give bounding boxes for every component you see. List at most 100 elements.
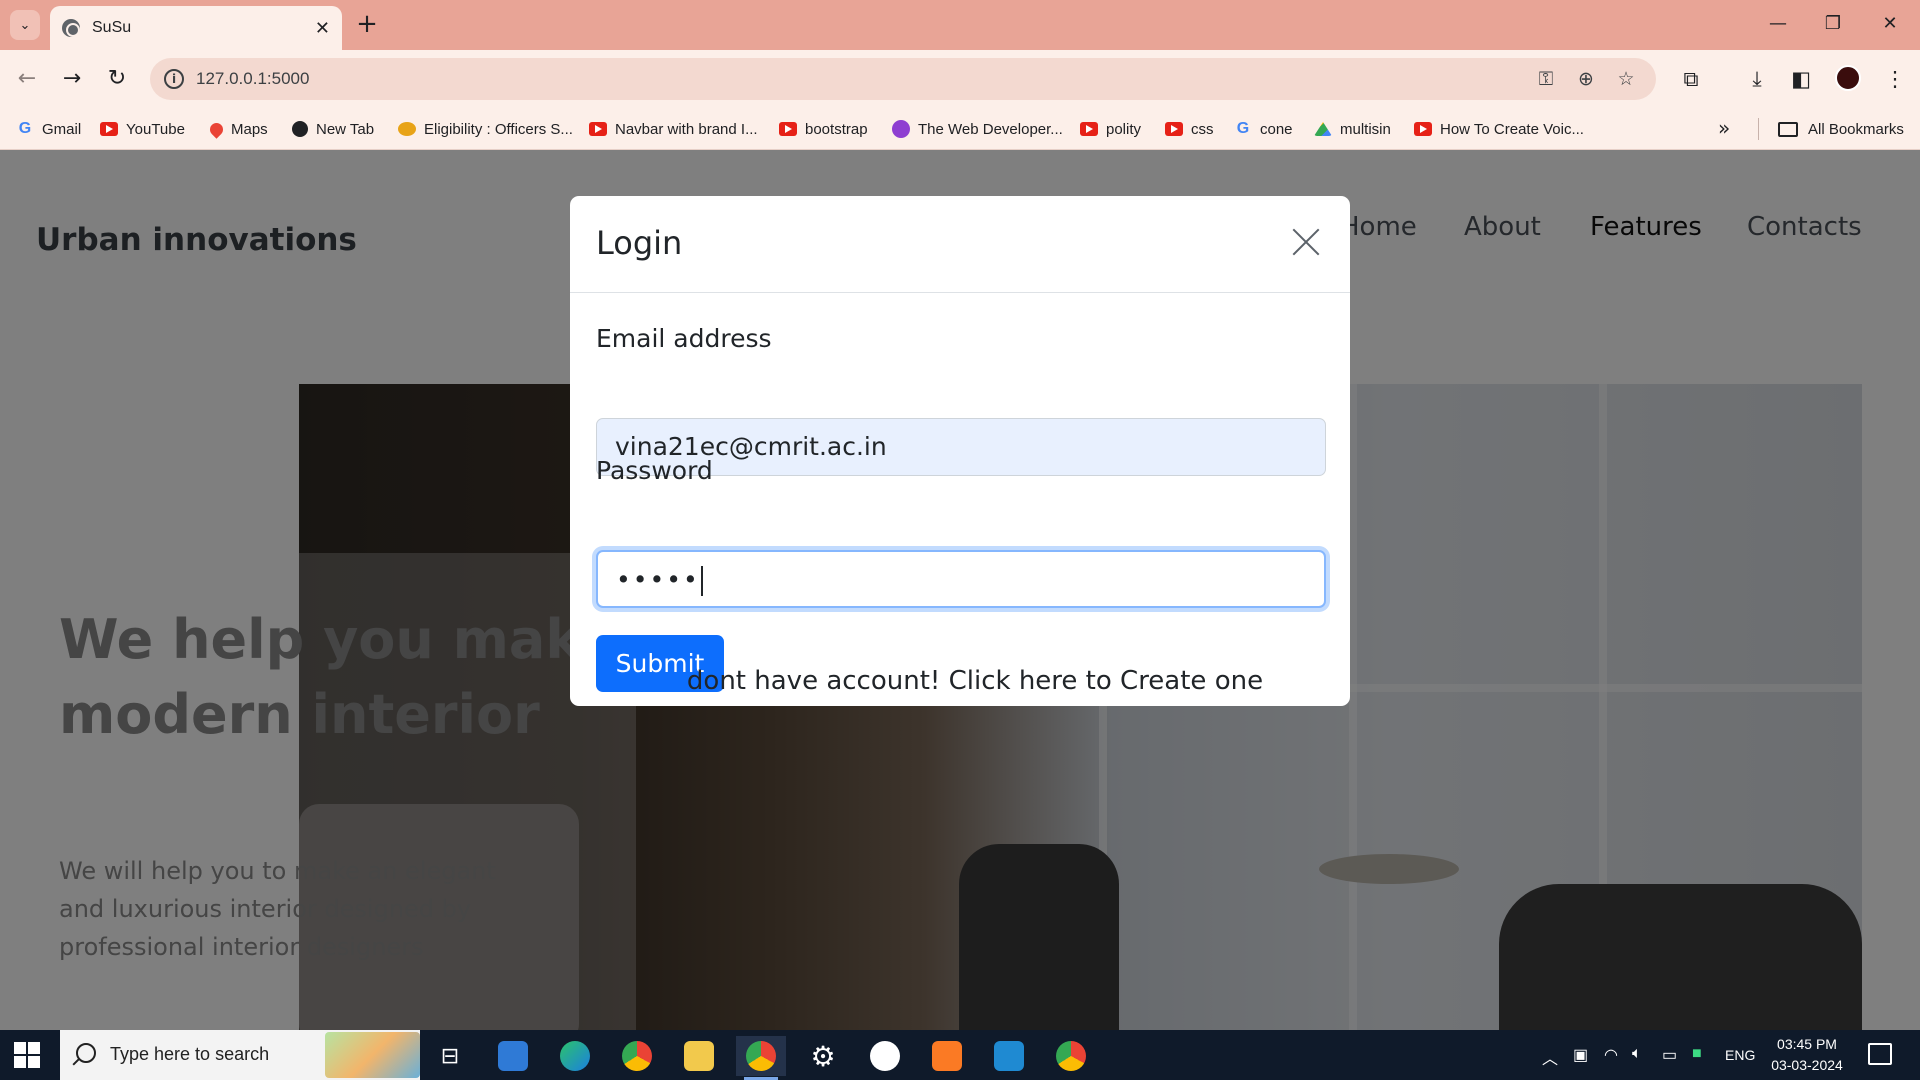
key-icon[interactable]: ⚿ — [1534, 67, 1558, 91]
search-highlight-image — [325, 1032, 420, 1078]
clock[interactable]: 03:45 PM 03-03-2024 — [1762, 1034, 1852, 1076]
tab-title: SuSu — [92, 19, 132, 36]
volume-icon[interactable]: 🔈︎ — [1632, 1045, 1642, 1063]
star-icon[interactable]: ☆ — [1614, 67, 1638, 91]
window-close-button[interactable]: ✕ — [1870, 8, 1910, 40]
search-icon — [76, 1043, 96, 1063]
restore-button[interactable]: ❐ — [1813, 8, 1853, 40]
file-explorer-app[interactable] — [674, 1036, 724, 1076]
wifi-icon[interactable]: ◠ — [1604, 1045, 1618, 1065]
youtube-icon — [1414, 122, 1432, 136]
site-info-icon[interactable]: i — [164, 69, 184, 89]
chrome-profile-app[interactable] — [1046, 1036, 1096, 1076]
task-view-button[interactable]: ⊟ — [425, 1036, 475, 1076]
taskbar-search[interactable]: Type here to search — [60, 1030, 420, 1080]
globe-icon — [292, 121, 308, 137]
chrome-icon — [622, 1041, 652, 1071]
security-icon[interactable]: ■ — [1692, 1045, 1702, 1063]
edge-app[interactable] — [550, 1036, 600, 1076]
chevron-double-right-icon[interactable]: » — [1718, 116, 1730, 140]
bookmark-multisin[interactable]: multisin — [1314, 118, 1391, 140]
bookmark-voice[interactable]: How To Create Voic... — [1414, 118, 1584, 140]
login-modal: Login Email address vina21ec@cmrit.ac.in… — [570, 196, 1350, 706]
zoom-icon[interactable]: ⊕ — [1574, 67, 1598, 91]
twd-icon — [892, 120, 910, 138]
email-label: Email address — [596, 324, 772, 353]
search-placeholder: Type here to search — [110, 1044, 270, 1064]
bookmark-label: New Tab — [316, 120, 375, 138]
avatar[interactable] — [1835, 65, 1861, 91]
all-bookmarks-label: All Bookmarks — [1808, 120, 1904, 138]
chrome-app[interactable] — [612, 1036, 662, 1076]
bookmark-label: polity — [1106, 120, 1142, 138]
create-account-link[interactable]: dont have account! Click here to Create … — [570, 666, 1350, 696]
download-icon[interactable]: ⤓ — [1742, 64, 1772, 94]
minimize-button[interactable]: — — [1758, 8, 1798, 40]
folder-icon — [684, 1041, 714, 1071]
youtube-icon — [1080, 122, 1098, 136]
reload-button[interactable]: ↻ — [100, 62, 134, 96]
mail-app[interactable] — [488, 1036, 538, 1076]
settings-app[interactable]: ⚙ — [798, 1036, 848, 1076]
windows-start-button[interactable] — [14, 1042, 40, 1068]
bookmark-css[interactable]: css — [1165, 118, 1214, 140]
meet-icon[interactable]: ▣ — [1573, 1045, 1588, 1065]
tab-strip: ⌄ SuSu ✕ + — ❐ ✕ — [0, 0, 1920, 50]
vscode-app[interactable] — [984, 1036, 1034, 1076]
bookmark-new-tab[interactable]: New Tab — [292, 118, 374, 140]
bookmark-label: Maps — [231, 120, 268, 138]
side-panel-icon[interactable]: ◧ — [1786, 64, 1816, 94]
date: 03-03-2024 — [1771, 1057, 1843, 1073]
bookmark-eligibility[interactable]: Eligibility : Officers S... — [398, 118, 573, 140]
bookmarks-bar: G Gmail YouTube Maps New Tab Eligibility … — [0, 108, 1920, 150]
address-bar[interactable]: i 127.0.0.1:5000 ⚿ ⊕ ☆ — [150, 58, 1656, 100]
menu-icon[interactable]: ⋮ — [1880, 64, 1910, 94]
extensions-icon[interactable]: ⧉ — [1676, 64, 1706, 94]
url-text[interactable]: 127.0.0.1:5000 — [196, 69, 309, 89]
bookmark-maps[interactable]: Maps — [207, 118, 268, 140]
battery-icon[interactable]: ▭ — [1662, 1045, 1677, 1065]
chrome-icon — [1056, 1041, 1086, 1071]
edge-icon — [560, 1041, 590, 1071]
close-icon[interactable] — [1286, 222, 1326, 262]
obs-app[interactable] — [860, 1036, 910, 1076]
all-bookmarks-button[interactable]: All Bookmarks — [1778, 118, 1904, 140]
xampp-app[interactable] — [922, 1036, 972, 1076]
youtube-icon — [589, 122, 607, 136]
new-tab-button[interactable]: + — [352, 10, 382, 40]
chrome-active-app[interactable] — [736, 1036, 786, 1080]
language-indicator[interactable]: ENG — [1725, 1047, 1755, 1063]
bookmark-label: multisin — [1340, 120, 1391, 138]
bookmark-polity[interactable]: polity — [1080, 118, 1141, 140]
divider — [1758, 118, 1759, 140]
bookmark-navbar[interactable]: Navbar with brand I... — [589, 118, 758, 140]
obs-icon — [870, 1041, 900, 1071]
bookmark-gmail[interactable]: G Gmail — [16, 118, 81, 140]
mail-icon — [498, 1041, 528, 1071]
bookmark-youtube[interactable]: YouTube — [100, 118, 185, 140]
tab-search-button[interactable]: ⌄ — [10, 10, 40, 40]
xampp-icon — [932, 1041, 962, 1071]
folder-icon — [1778, 121, 1798, 137]
task-view-icon: ⊟ — [440, 1043, 460, 1069]
bookmark-label: bootstrap — [805, 120, 868, 138]
password-field[interactable]: ••••• — [596, 550, 1326, 608]
bookmark-cone[interactable]: Gcone — [1234, 118, 1293, 140]
chrome-icon — [746, 1041, 776, 1071]
forward-button[interactable]: → — [55, 62, 89, 96]
gmail-icon: G — [18, 120, 32, 137]
maps-icon — [207, 119, 226, 139]
google-icon: G — [1236, 120, 1250, 137]
close-icon[interactable]: ✕ — [315, 18, 330, 39]
bookmark-label: Navbar with brand I... — [615, 120, 758, 138]
time: 03:45 PM — [1777, 1036, 1837, 1052]
text-caret — [700, 566, 703, 596]
chevron-up-icon[interactable]: ︿ — [1542, 1045, 1558, 1069]
notification-icon[interactable] — [1868, 1043, 1892, 1065]
browser-tab[interactable]: SuSu ✕ — [50, 6, 342, 50]
bookmark-bootstrap[interactable]: bootstrap — [779, 118, 868, 140]
browser-toolbar: ← → ↻ i 127.0.0.1:5000 ⚿ ⊕ ☆ ⧉ ⤓ ◧ ⋮ — [0, 50, 1920, 108]
gear-icon: ⚙ — [810, 1039, 836, 1073]
bookmark-web-developer[interactable]: The Web Developer... — [892, 118, 1063, 140]
back-button[interactable]: ← — [10, 62, 44, 96]
